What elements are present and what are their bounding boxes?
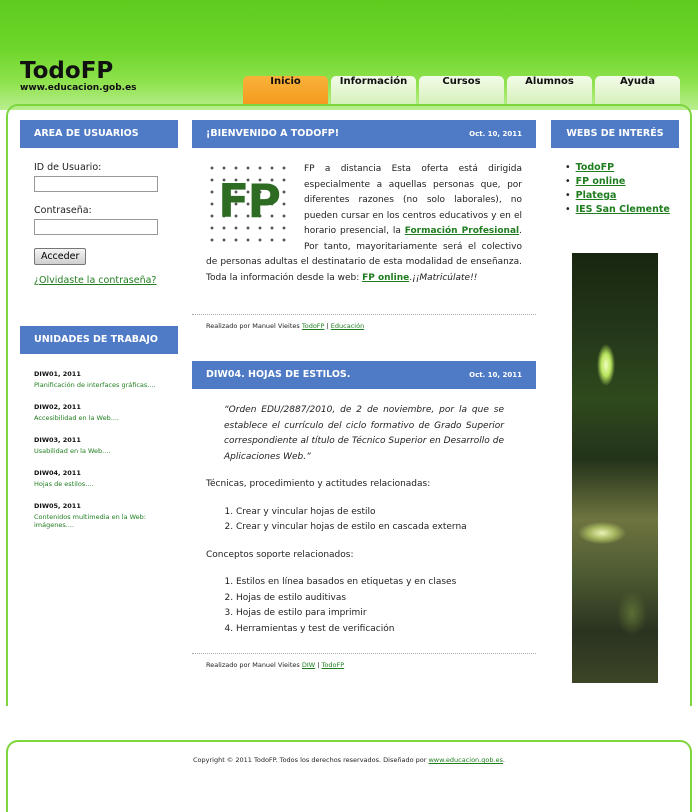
unit-link[interactable]: Usabilidad en la Web.... xyxy=(34,447,164,455)
post-body: “Orden EDU/2887/2010, de 2 de noviembre,… xyxy=(192,389,536,637)
post-diw04: DIW04. HOJAS DE ESTILOS. Oct. 10, 2011 “… xyxy=(192,361,536,676)
list-item: Crear y vincular hojas de estilo xyxy=(236,505,522,521)
login-form: ID de Usuario: Contraseña: Acceder ¿Olvi… xyxy=(20,148,178,286)
footer-link-educacion[interactable]: Educación xyxy=(331,322,364,330)
list-item: DIW04, 2011 Hojas de estilos.... xyxy=(34,469,164,488)
post-footer: Realizado por Manuel Vieites TodoFP | Ed… xyxy=(192,314,536,337)
list-item: Platega xyxy=(565,190,679,201)
post-title: ¡BIENVENIDO A TODOFP! xyxy=(206,128,340,139)
site-footer: Copyright © 2011 TodoFP. Todos los derec… xyxy=(6,740,692,812)
web-link-fp-online[interactable]: FP online xyxy=(576,176,626,187)
list-item: FP online xyxy=(565,176,679,187)
site-title: TodoFP xyxy=(20,58,114,84)
tab-ayuda[interactable]: Ayuda xyxy=(595,76,680,104)
unit-title: DIW03, 2011 xyxy=(34,436,81,444)
unit-title: DIW04, 2011 xyxy=(34,469,81,477)
post-date: Oct. 10, 2011 xyxy=(469,371,522,379)
login-button[interactable]: Acceder xyxy=(34,248,87,265)
post-title: DIW04. HOJAS DE ESTILOS. xyxy=(206,369,351,380)
footer-link-todofp[interactable]: TodoFP xyxy=(302,322,325,330)
list-item: TodoFP xyxy=(565,162,679,173)
formacion-profesional-link[interactable]: Formación Profesional xyxy=(405,226,519,236)
web-link-ies-san-clemente[interactable]: IES San Clemente xyxy=(576,204,670,215)
post-header: ¡BIENVENIDO A TODOFP! Oct. 10, 2011 xyxy=(192,120,536,148)
unit-link[interactable]: Planificación de interfaces gráficas.... xyxy=(34,381,164,389)
main-nav: Inicio Información Cursos Alumnos Ayuda xyxy=(243,76,680,104)
list-item: DIW01, 2011 Planificación de interfaces … xyxy=(34,370,164,389)
unit-title: DIW02, 2011 xyxy=(34,403,81,411)
password-input[interactable] xyxy=(34,219,158,235)
tab-informacion[interactable]: Información xyxy=(331,76,416,104)
section-title: Conceptos soporte relacionados: xyxy=(206,549,354,560)
webs-list: TodoFP FP online Platega IES San Clement… xyxy=(551,148,679,215)
concept-list: Estilos en línea basados en etiquetas y … xyxy=(206,575,522,637)
fp-logo: FP xyxy=(206,162,292,246)
post-header: DIW04. HOJAS DE ESTILOS. Oct. 10, 2011 xyxy=(192,361,536,389)
tab-cursos[interactable]: Cursos xyxy=(419,76,504,104)
technique-list: Crear y vincular hojas de estilo Crear y… xyxy=(206,505,522,536)
site-brand: TodoFP www.educacion.gob.es xyxy=(20,58,137,94)
list-item: IES San Clemente xyxy=(565,204,679,215)
list-item: Crear y vincular hojas de estilo en casc… xyxy=(236,520,522,536)
user-area-heading: AREA DE USUARIOS xyxy=(20,120,178,148)
unit-link[interactable]: Accesibilidad en la Web.... xyxy=(34,414,164,422)
user-id-input[interactable] xyxy=(34,176,158,192)
left-sidebar: AREA DE USUARIOS ID de Usuario: Contrase… xyxy=(20,120,178,543)
post-footer: Realizado por Manuel Vieites DIW | TodoF… xyxy=(192,653,536,676)
post-welcome: ¡BIENVENIDO A TODOFP! Oct. 10, 2011 FP F… xyxy=(192,120,536,337)
user-id-label: ID de Usuario: xyxy=(34,162,102,173)
list-item: Hojas de estilo para imprimir xyxy=(236,606,522,622)
forgot-password-link[interactable]: ¿Olvidaste la contraseña? xyxy=(34,275,164,286)
tab-inicio[interactable]: Inicio xyxy=(243,76,328,104)
footer-site-link[interactable]: www.educacion.gob.es xyxy=(428,756,502,764)
main-content: ¡BIENVENIDO A TODOFP! Oct. 10, 2011 FP F… xyxy=(192,120,536,676)
password-label: Contraseña: xyxy=(34,205,92,216)
unit-link[interactable]: Hojas de estilos.... xyxy=(34,480,164,488)
post-body: FP FP a distancia Esta oferta está dirig… xyxy=(206,162,522,283)
list-item: Herramientas y test de verificación xyxy=(236,622,522,638)
post-quote: “Orden EDU/2887/2010, de 2 de noviembre,… xyxy=(224,405,504,462)
copyright-text: Copyright © 2011 TodoFP. Todos los derec… xyxy=(192,756,505,764)
forest-stream-image xyxy=(572,253,658,683)
list-item: DIW02, 2011 Accesibilidad en la Web.... xyxy=(34,403,164,422)
fp-online-link[interactable]: FP online xyxy=(362,273,409,283)
units-heading: UNIDADES DE TRABAJO xyxy=(20,326,178,354)
webs-heading: WEBS DE INTERÉS xyxy=(551,120,679,148)
units-section: UNIDADES DE TRABAJO DIW01, 2011 Planific… xyxy=(20,326,178,529)
unit-title: DIW05, 2011 xyxy=(34,502,81,510)
unit-title: DIW01, 2011 xyxy=(34,370,81,378)
footer-link-todofp[interactable]: TodoFP xyxy=(322,661,345,669)
right-sidebar: WEBS DE INTERÉS TodoFP FP online Platega… xyxy=(551,120,679,218)
unit-link[interactable]: Contenidos multimedia en la Web: imágene… xyxy=(34,513,164,529)
unit-list: DIW01, 2011 Planificación de interfaces … xyxy=(20,354,178,529)
list-item: DIW05, 2011 Contenidos multimedia en la … xyxy=(34,502,164,529)
list-item: Estilos en línea basados en etiquetas y … xyxy=(236,575,522,591)
footer-link-diw[interactable]: DIW xyxy=(302,661,315,669)
list-item: DIW03, 2011 Usabilidad en la Web.... xyxy=(34,436,164,455)
tab-alumnos[interactable]: Alumnos xyxy=(507,76,592,104)
web-link-todofp[interactable]: TodoFP xyxy=(576,162,615,173)
web-link-platega[interactable]: Platega xyxy=(576,190,617,201)
section-title: Técnicas, procedimiento y actitudes rela… xyxy=(206,479,431,489)
site-url: www.educacion.gob.es xyxy=(20,83,137,93)
list-item: Hojas de estilo auditivas xyxy=(236,591,522,607)
post-date: Oct. 10, 2011 xyxy=(469,130,522,138)
